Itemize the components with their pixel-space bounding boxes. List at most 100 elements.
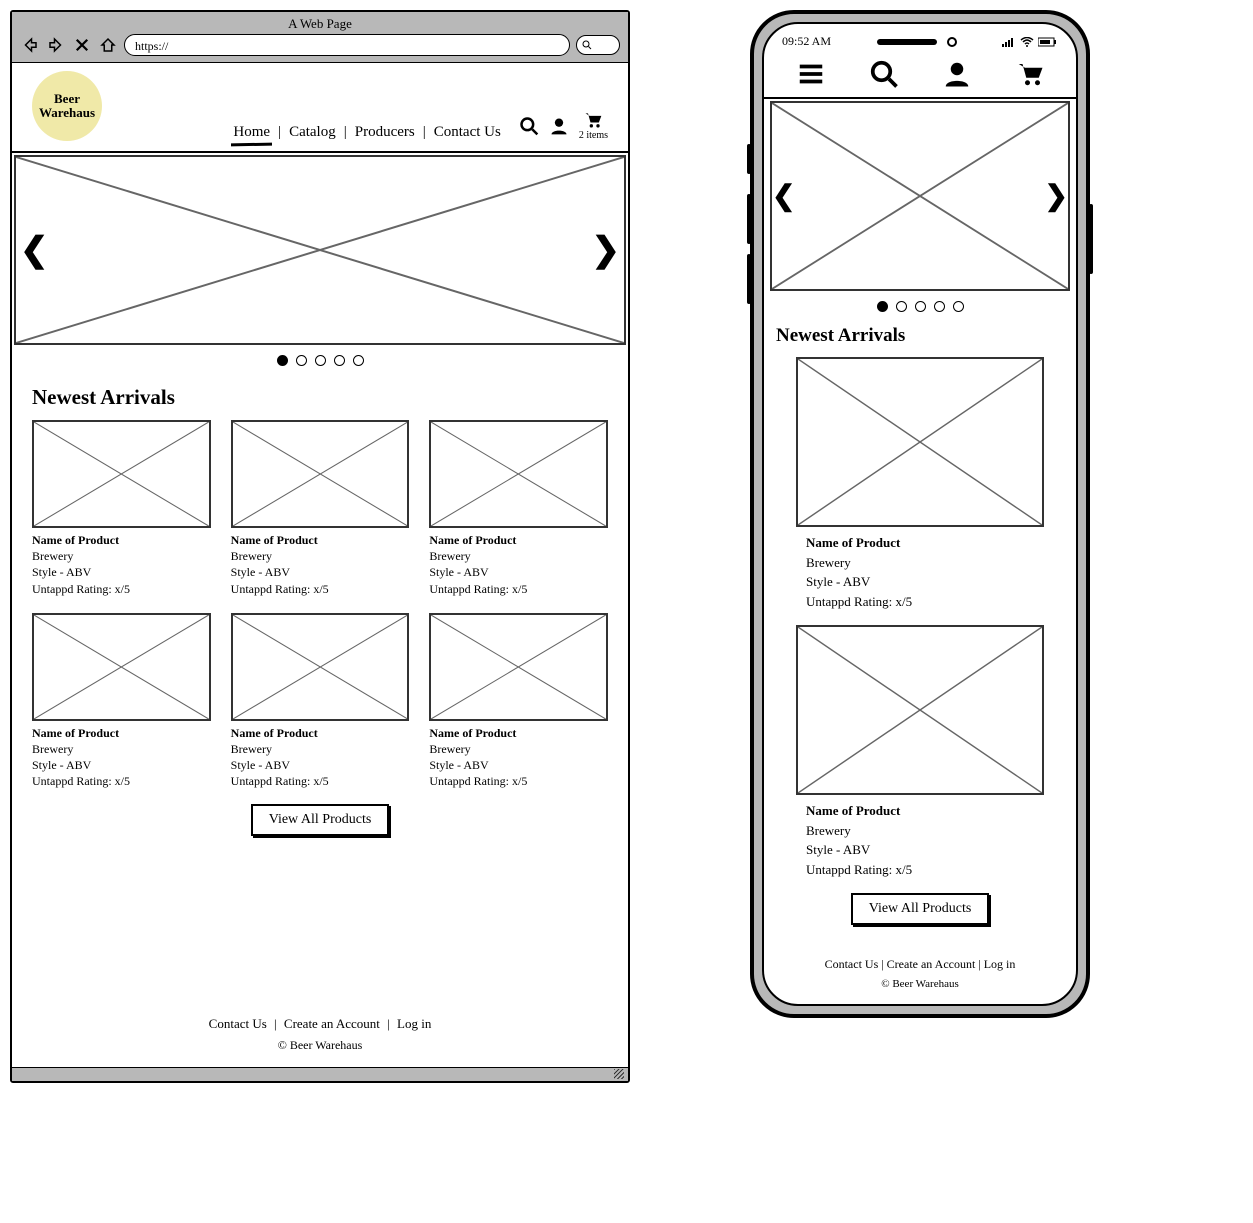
browser-search-icon[interactable] bbox=[576, 35, 620, 55]
phone-side-button bbox=[747, 194, 751, 244]
footer-login[interactable]: Log in bbox=[397, 1016, 431, 1031]
product-card[interactable]: Name of Product Brewery Style - ABV Unta… bbox=[776, 357, 1064, 611]
phone-side-button bbox=[1089, 204, 1093, 274]
footer-contact[interactable]: Contact Us bbox=[825, 957, 879, 971]
notch-speaker bbox=[877, 39, 937, 45]
carousel-dots bbox=[764, 291, 1076, 321]
carousel-dot[interactable] bbox=[353, 355, 364, 366]
footer-login[interactable]: Log in bbox=[984, 957, 1016, 971]
mobile-footer: Contact Us | Create an Account | Log in … bbox=[764, 939, 1076, 1004]
battery-icon bbox=[1038, 37, 1058, 47]
browser-title: A Web Page bbox=[20, 16, 620, 32]
notch-camera bbox=[947, 37, 957, 47]
product-rating: Untappd Rating: x/5 bbox=[231, 581, 410, 597]
footer-create-account[interactable]: Create an Account bbox=[887, 957, 976, 971]
footer-create-account[interactable]: Create an Account bbox=[284, 1016, 380, 1031]
url-input[interactable]: https:// bbox=[124, 34, 570, 56]
product-rating: Untappd Rating: x/5 bbox=[429, 773, 608, 789]
product-name: Name of Product bbox=[231, 725, 410, 741]
product-name: Name of Product bbox=[32, 725, 211, 741]
carousel-dot[interactable] bbox=[953, 301, 964, 312]
resize-handle[interactable] bbox=[12, 1067, 628, 1081]
carousel-dot[interactable] bbox=[896, 301, 907, 312]
carousel-image-placeholder bbox=[14, 155, 626, 345]
product-card[interactable]: Name of Product Brewery Style - ABV Unta… bbox=[231, 420, 410, 597]
hero-carousel: ❮ ❯ bbox=[12, 155, 628, 345]
carousel-dots bbox=[12, 345, 628, 375]
section-title: Newest Arrivals bbox=[32, 385, 608, 410]
cart-icon bbox=[583, 110, 603, 130]
product-name: Name of Product bbox=[429, 725, 608, 741]
product-brewery: Brewery bbox=[32, 741, 211, 757]
footer-copyright: © Beer Warehaus bbox=[764, 978, 1076, 990]
status-time: 09:52 AM bbox=[782, 34, 831, 49]
carousel-prev-icon[interactable]: ❮ bbox=[20, 230, 49, 270]
product-image-placeholder bbox=[796, 625, 1044, 795]
product-style: Style - ABV bbox=[806, 572, 1034, 592]
product-card[interactable]: Name of Product Brewery Style - ABV Unta… bbox=[231, 613, 410, 790]
nav-home[interactable]: Home bbox=[233, 124, 270, 141]
nav-contact[interactable]: Contact Us bbox=[434, 124, 501, 141]
product-card[interactable]: Name of Product Brewery Style - ABV Unta… bbox=[429, 420, 608, 597]
user-icon[interactable] bbox=[549, 116, 569, 136]
forward-icon[interactable] bbox=[46, 35, 66, 55]
product-rating: Untappd Rating: x/5 bbox=[32, 581, 211, 597]
product-brewery: Brewery bbox=[32, 548, 211, 564]
stop-icon[interactable] bbox=[72, 35, 92, 55]
footer-contact[interactable]: Contact Us bbox=[209, 1016, 267, 1031]
carousel-prev-icon[interactable]: ❮ bbox=[772, 179, 795, 213]
nav-producers[interactable]: Producers bbox=[355, 124, 415, 141]
product-brewery: Brewery bbox=[429, 741, 608, 757]
home-icon[interactable] bbox=[98, 35, 118, 55]
product-style: Style - ABV bbox=[806, 840, 1034, 860]
wifi-icon bbox=[1020, 37, 1034, 47]
nav-catalog[interactable]: Catalog bbox=[289, 124, 336, 141]
carousel-next-icon[interactable]: ❯ bbox=[1045, 179, 1068, 213]
view-all-button[interactable]: View All Products bbox=[251, 804, 390, 836]
cart-icon[interactable] bbox=[1015, 59, 1045, 89]
product-image-placeholder bbox=[231, 420, 410, 528]
carousel-dot[interactable] bbox=[315, 355, 326, 366]
product-card[interactable]: Name of Product Brewery Style - ABV Unta… bbox=[32, 613, 211, 790]
search-icon[interactable] bbox=[869, 59, 899, 89]
user-icon[interactable] bbox=[942, 59, 972, 89]
product-image-placeholder bbox=[32, 420, 211, 528]
product-image-placeholder bbox=[231, 613, 410, 721]
search-icon[interactable] bbox=[519, 116, 539, 136]
product-image-placeholder bbox=[796, 357, 1044, 527]
logo[interactable]: Beer Warehaus bbox=[32, 71, 102, 141]
product-style: Style - ABV bbox=[32, 564, 211, 580]
product-card[interactable]: Name of Product Brewery Style - ABV Unta… bbox=[776, 625, 1064, 879]
product-style: Style - ABV bbox=[32, 757, 211, 773]
product-card[interactable]: Name of Product Brewery Style - ABV Unta… bbox=[429, 613, 608, 790]
hamburger-icon[interactable] bbox=[796, 59, 826, 89]
carousel-dot[interactable] bbox=[915, 301, 926, 312]
product-image-placeholder bbox=[32, 613, 211, 721]
product-rating: Untappd Rating: x/5 bbox=[32, 773, 211, 789]
product-name: Name of Product bbox=[429, 532, 608, 548]
mobile-newest-arrivals: Newest Arrivals Name of Product Brewery … bbox=[764, 325, 1076, 939]
product-style: Style - ABV bbox=[429, 564, 608, 580]
nav-links: Home | Catalog | Producers | Contact Us bbox=[233, 124, 500, 141]
browser-window: A Web Page https:// Beer Warehaus Home |… bbox=[10, 10, 630, 1083]
carousel-next-icon[interactable]: ❯ bbox=[592, 230, 621, 270]
carousel-image-placeholder bbox=[770, 101, 1070, 291]
carousel-dot[interactable] bbox=[934, 301, 945, 312]
product-name: Name of Product bbox=[32, 532, 211, 548]
mobile-header bbox=[764, 53, 1076, 99]
phone-side-button bbox=[747, 254, 751, 304]
phone-frame: 09:52 AM ❮ ❯ bbox=[750, 10, 1090, 1018]
product-style: Style - ABV bbox=[231, 757, 410, 773]
product-name: Name of Product bbox=[806, 533, 1034, 553]
view-all-button[interactable]: View All Products bbox=[851, 893, 990, 925]
phone-side-button bbox=[747, 144, 751, 174]
cart-button[interactable]: 2 items bbox=[579, 110, 608, 141]
back-icon[interactable] bbox=[20, 35, 40, 55]
carousel-dot[interactable] bbox=[334, 355, 345, 366]
product-card[interactable]: Name of Product Brewery Style - ABV Unta… bbox=[32, 420, 211, 597]
product-style: Style - ABV bbox=[231, 564, 410, 580]
product-style: Style - ABV bbox=[429, 757, 608, 773]
carousel-dot[interactable] bbox=[296, 355, 307, 366]
carousel-dot[interactable] bbox=[277, 355, 288, 366]
carousel-dot[interactable] bbox=[877, 301, 888, 312]
